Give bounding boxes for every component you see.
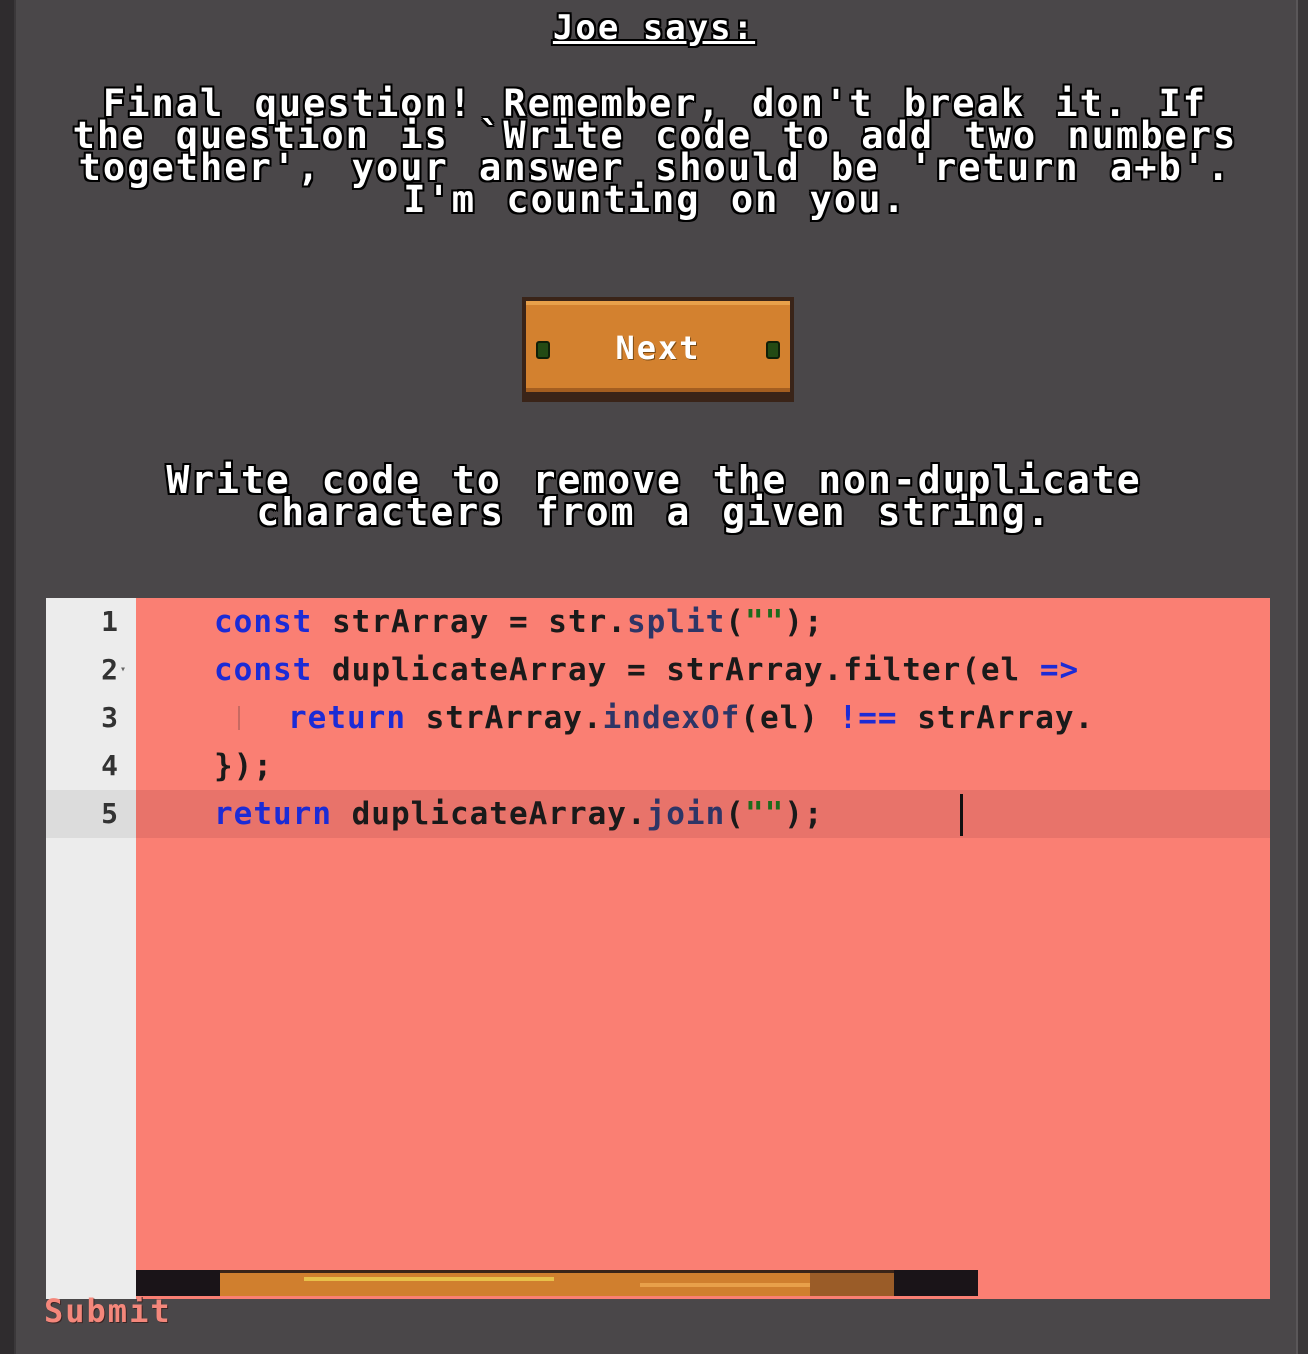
- nail-icon: [766, 341, 780, 359]
- code-token: });: [214, 748, 273, 784]
- code-token: return: [214, 796, 332, 832]
- next-button-label: Next: [615, 329, 701, 367]
- line-number: 3: [101, 701, 118, 734]
- code-token: (el): [740, 700, 839, 736]
- code-line[interactable]: const duplicateArray = strArray.filter(e…: [214, 646, 1079, 694]
- right-frame: [1296, 0, 1308, 1354]
- code-token: "": [744, 604, 785, 640]
- scrollbar-thumb[interactable]: [220, 1270, 894, 1296]
- line-number: 4: [101, 749, 118, 782]
- code-token: strArray = str.: [312, 604, 627, 640]
- code-token: split: [626, 604, 726, 640]
- horizontal-scrollbar[interactable]: [136, 1270, 978, 1296]
- fold-arrow-icon[interactable]: ▾: [120, 646, 126, 694]
- wood-grain: [810, 1273, 894, 1296]
- left-frame: [0, 0, 16, 1354]
- line-number: 2: [101, 653, 118, 686]
- code-token: const: [214, 652, 313, 688]
- code-token: );: [784, 796, 824, 832]
- code-editor[interactable]: 1 2 ▾ 3 4 5 const strArray = str.split("…: [46, 598, 1270, 1299]
- code-token: const: [214, 604, 313, 640]
- code-token: );: [784, 604, 824, 640]
- submit-button[interactable]: Submit: [44, 1292, 172, 1330]
- code-token: duplicateArray = strArray.filter(el: [312, 652, 1040, 688]
- code-token: strArray.: [405, 700, 603, 736]
- indent-guide: [238, 706, 240, 730]
- code-token: "": [744, 796, 785, 832]
- wood-grain: [304, 1277, 554, 1281]
- code-token: !==: [838, 700, 898, 736]
- line-number: 5: [101, 797, 118, 830]
- dialog-message: Final question! Remember, don't break it…: [72, 82, 1238, 221]
- code-token: join: [646, 796, 726, 832]
- wood-grain: [640, 1283, 810, 1287]
- code-token: duplicateArray.: [331, 796, 647, 832]
- code-token: return: [288, 700, 406, 736]
- code-line[interactable]: return strArray.indexOf(el) !== strArray…: [288, 694, 1094, 742]
- code-token: (: [725, 796, 745, 832]
- code-token: (: [725, 604, 745, 640]
- question-text: Write code to remove the non-duplicate c…: [166, 458, 1142, 534]
- speaker-name: Joe says:: [552, 8, 756, 48]
- code-line[interactable]: const strArray = str.split("");: [214, 598, 824, 646]
- code-token: strArray.: [897, 700, 1095, 736]
- next-button[interactable]: Next: [522, 297, 794, 402]
- code-line[interactable]: return duplicateArray.join("");: [214, 790, 824, 838]
- line-number: 1: [101, 605, 118, 638]
- text-cursor: [960, 794, 963, 836]
- code-token: =>: [1039, 652, 1080, 688]
- code-token: indexOf: [602, 700, 741, 736]
- code-line[interactable]: });: [214, 742, 273, 790]
